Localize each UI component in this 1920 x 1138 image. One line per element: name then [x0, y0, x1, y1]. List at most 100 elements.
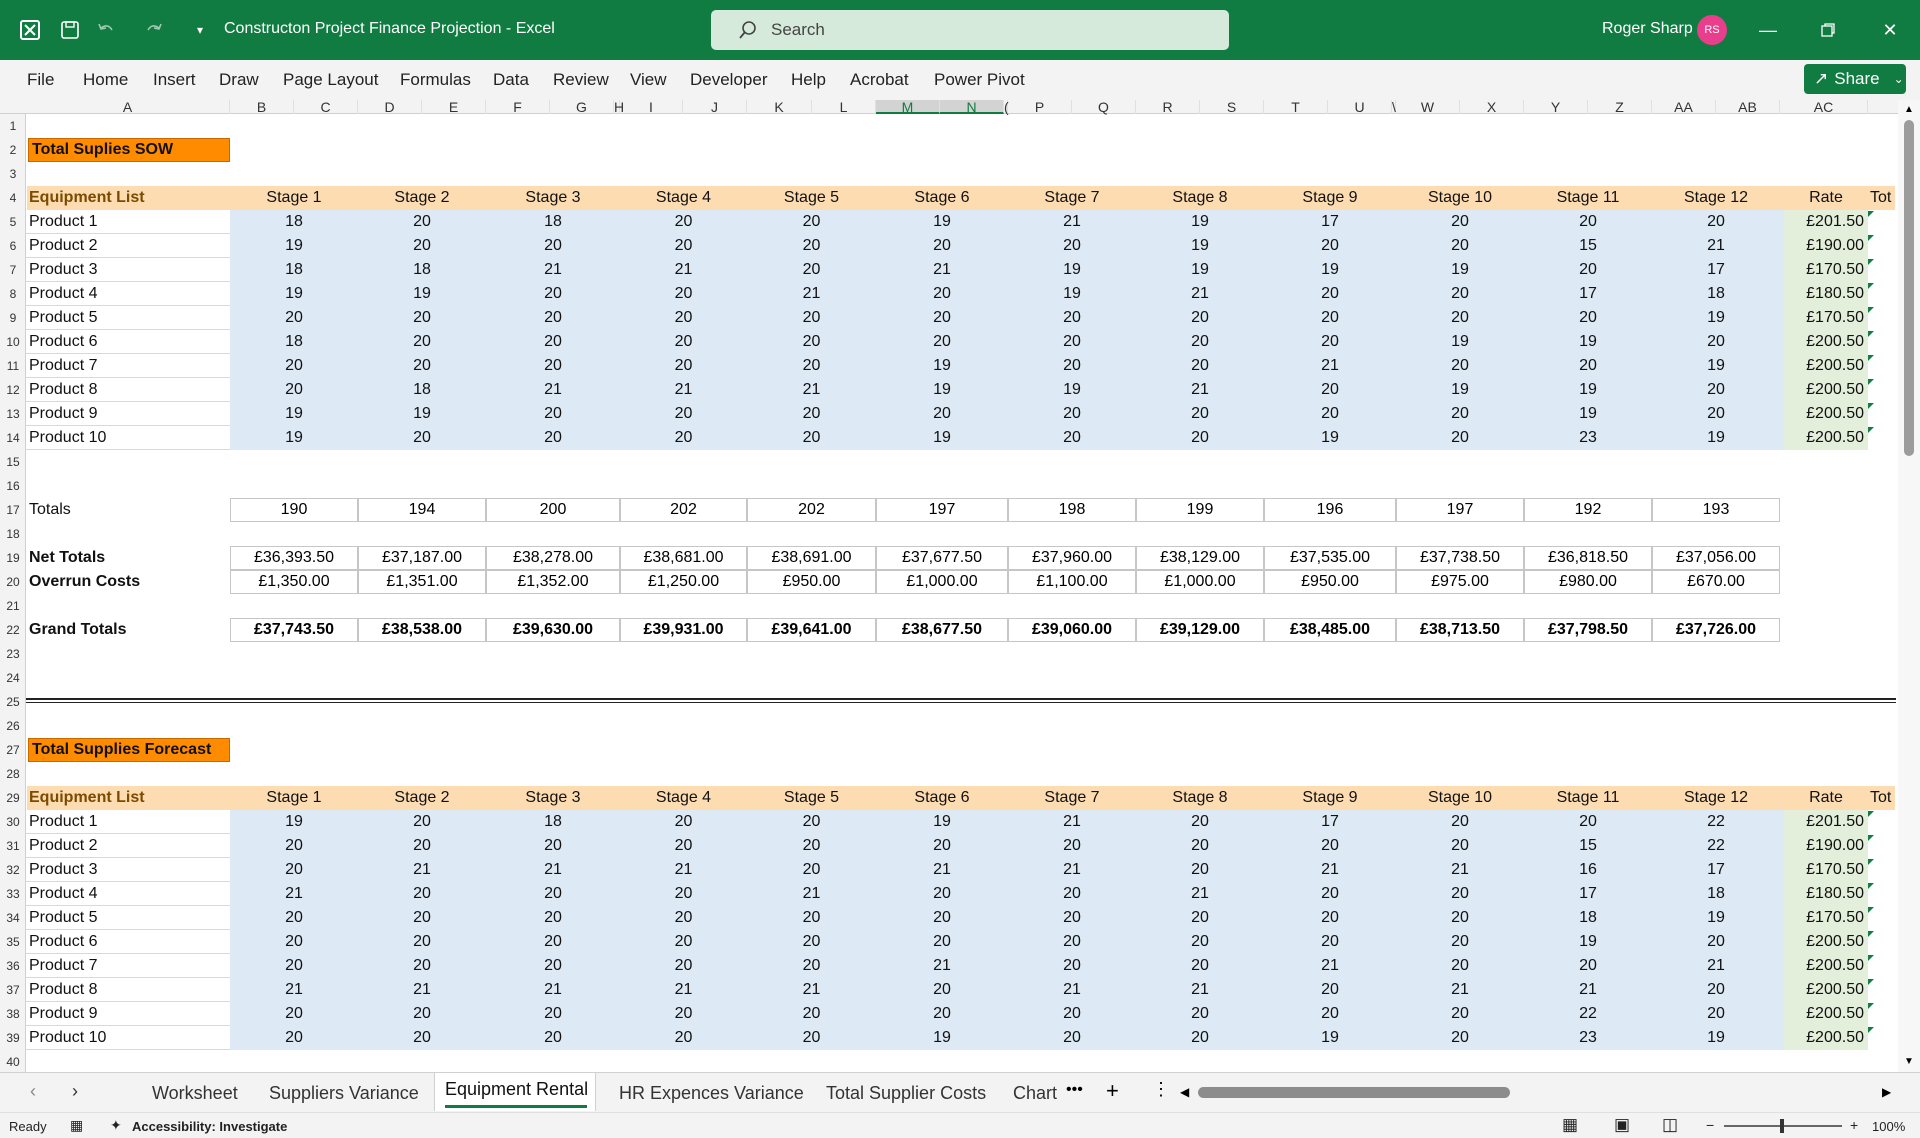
sow-qty-cell[interactable]: 19 — [230, 234, 358, 258]
sow-rate-cell[interactable]: £201.50 — [1784, 210, 1864, 234]
net-totals-cell[interactable]: £38,681.00 — [620, 546, 747, 570]
sow-qty-cell[interactable]: 20 — [1264, 282, 1396, 306]
forecast-rate-cell[interactable]: £180.50 — [1784, 882, 1864, 906]
column-header-e[interactable]: E — [422, 100, 486, 114]
column-header-f[interactable]: F — [486, 100, 550, 114]
scroll-down-icon[interactable]: ▼ — [1904, 1056, 1914, 1067]
column-header-d[interactable]: D — [358, 100, 422, 114]
sow-qty-cell[interactable]: 20 — [1396, 402, 1524, 426]
forecast-rate-cell[interactable]: £200.50 — [1784, 930, 1864, 954]
scroll-right-icon[interactable]: ▶ — [1882, 1085, 1891, 1099]
column-header-i[interactable]: I — [620, 100, 683, 114]
forecast-qty-cell[interactable]: 20 — [230, 834, 358, 858]
sow-product-name[interactable]: Product 6 — [29, 330, 97, 354]
forecast-qty-cell[interactable]: 20 — [1008, 1002, 1136, 1026]
menu-acrobat[interactable]: Acrobat — [850, 70, 909, 90]
forecast-qty-cell[interactable]: 19 — [230, 810, 358, 834]
column-header-b[interactable]: B — [230, 100, 294, 114]
sow-qty-cell[interactable]: 18 — [358, 378, 486, 402]
sow-qty-cell[interactable]: 20 — [1396, 426, 1524, 450]
forecast-qty-cell[interactable]: 17 — [1652, 858, 1780, 882]
row-header-39[interactable]: 39 — [0, 1026, 26, 1050]
grand-totals-cell[interactable]: £39,641.00 — [747, 618, 876, 642]
column-header-x[interactable]: X — [1460, 100, 1524, 114]
sow-qty-cell[interactable]: 19 — [876, 210, 1008, 234]
sow-qty-cell[interactable]: 19 — [1652, 354, 1780, 378]
row-header-16[interactable]: 16 — [0, 474, 26, 498]
add-sheet-icon[interactable]: + — [1106, 1078, 1119, 1104]
user-name[interactable]: Roger Sharp — [1602, 20, 1693, 38]
forecast-product-name[interactable]: Product 4 — [29, 882, 97, 906]
forecast-product-name[interactable]: Product 3 — [29, 858, 97, 882]
menu-insert[interactable]: Insert — [153, 70, 196, 90]
forecast-qty-cell[interactable]: 21 — [876, 954, 1008, 978]
more-tabs-icon[interactable]: ••• — [1066, 1081, 1083, 1099]
forecast-qty-cell[interactable]: 21 — [1264, 858, 1396, 882]
sow-qty-cell[interactable]: 20 — [1008, 426, 1136, 450]
row-header-34[interactable]: 34 — [0, 906, 26, 930]
forecast-qty-cell[interactable]: 21 — [1008, 810, 1136, 834]
forecast-qty-cell[interactable]: 21 — [620, 858, 747, 882]
sow-qty-cell[interactable]: 20 — [230, 306, 358, 330]
forecast-qty-cell[interactable]: 21 — [1652, 954, 1780, 978]
sow-qty-cell[interactable]: 20 — [620, 354, 747, 378]
forecast-qty-cell[interactable]: 21 — [486, 978, 620, 1002]
sow-qty-cell[interactable]: 20 — [620, 330, 747, 354]
forecast-product-name[interactable]: Product 7 — [29, 954, 97, 978]
sow-qty-cell[interactable]: 20 — [876, 330, 1008, 354]
row-header-24[interactable]: 24 — [0, 666, 26, 690]
sow-qty-cell[interactable]: 19 — [1652, 306, 1780, 330]
sow-qty-cell[interactable]: 19 — [1136, 234, 1264, 258]
sow-qty-cell[interactable]: 20 — [486, 426, 620, 450]
forecast-qty-cell[interactable]: 20 — [1136, 1002, 1264, 1026]
sow-qty-cell[interactable]: 19 — [1396, 258, 1524, 282]
row-header-11[interactable]: 11 — [0, 354, 26, 378]
forecast-qty-cell[interactable]: 21 — [1136, 882, 1264, 906]
search-box[interactable]: Search — [711, 10, 1229, 50]
menu-power-pivot[interactable]: Power Pivot — [934, 70, 1025, 90]
forecast-qty-cell[interactable]: 19 — [1524, 930, 1652, 954]
forecast-qty-cell[interactable]: 20 — [486, 1002, 620, 1026]
forecast-qty-cell[interactable]: 20 — [620, 834, 747, 858]
accessibility-icon[interactable]: ✦ — [110, 1117, 122, 1134]
column-header-ab[interactable]: AB — [1716, 100, 1780, 114]
column-header-ac[interactable]: AC — [1780, 100, 1868, 114]
sow-qty-cell[interactable]: 19 — [1396, 378, 1524, 402]
totals-cell[interactable]: 197 — [876, 498, 1008, 522]
sow-qty-cell[interactable]: 21 — [1136, 378, 1264, 402]
sow-qty-cell[interactable]: 20 — [876, 282, 1008, 306]
macro-record-icon[interactable]: ▦ — [70, 1117, 83, 1134]
row-header-27[interactable]: 27 — [0, 738, 26, 762]
sow-qty-cell[interactable]: 20 — [358, 210, 486, 234]
row-header-22[interactable]: 22 — [0, 618, 26, 642]
forecast-qty-cell[interactable]: 22 — [1524, 1002, 1652, 1026]
net-totals-cell[interactable]: £37,056.00 — [1652, 546, 1780, 570]
sow-qty-cell[interactable]: 20 — [1652, 402, 1780, 426]
sow-qty-cell[interactable]: 20 — [876, 306, 1008, 330]
forecast-qty-cell[interactable]: 23 — [1524, 1026, 1652, 1050]
sow-qty-cell[interactable]: 20 — [620, 426, 747, 450]
sow-qty-cell[interactable]: 20 — [358, 330, 486, 354]
sow-qty-cell[interactable]: 19 — [1008, 282, 1136, 306]
forecast-qty-cell[interactable]: 20 — [876, 906, 1008, 930]
sow-qty-cell[interactable]: 20 — [1396, 282, 1524, 306]
forecast-qty-cell[interactable]: 20 — [1396, 1002, 1524, 1026]
sow-qty-cell[interactable]: 18 — [230, 210, 358, 234]
sow-qty-cell[interactable]: 20 — [358, 306, 486, 330]
sow-qty-cell[interactable]: 20 — [747, 330, 876, 354]
row-header-17[interactable]: 17 — [0, 498, 26, 522]
row-header-7[interactable]: 7 — [0, 258, 26, 282]
forecast-qty-cell[interactable]: 20 — [876, 834, 1008, 858]
grand-totals-cell[interactable]: £37,798.50 — [1524, 618, 1652, 642]
forecast-product-name[interactable]: Product 2 — [29, 834, 97, 858]
forecast-qty-cell[interactable]: 18 — [1524, 906, 1652, 930]
forecast-qty-cell[interactable]: 21 — [1008, 978, 1136, 1002]
forecast-qty-cell[interactable]: 20 — [230, 954, 358, 978]
sow-rate-cell[interactable]: £180.50 — [1784, 282, 1864, 306]
sow-qty-cell[interactable]: 18 — [230, 258, 358, 282]
sow-qty-cell[interactable]: 20 — [486, 282, 620, 306]
forecast-qty-cell[interactable]: 20 — [747, 906, 876, 930]
forecast-qty-cell[interactable]: 20 — [747, 954, 876, 978]
grand-totals-cell[interactable]: £38,538.00 — [358, 618, 486, 642]
zoom-slider[interactable] — [1724, 1119, 1842, 1133]
